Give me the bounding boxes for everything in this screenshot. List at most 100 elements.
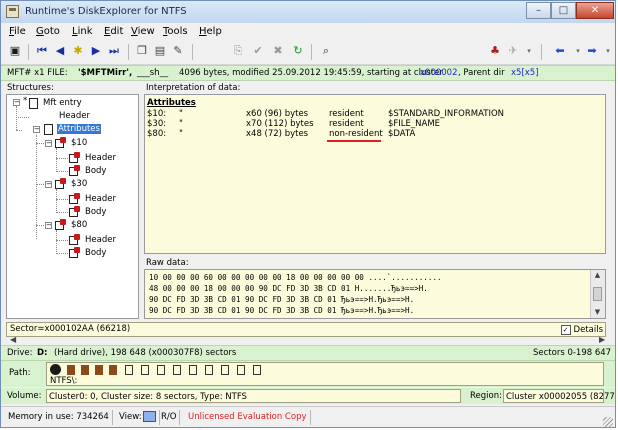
back-dropdown-icon[interactable]: ▾ xyxy=(571,44,585,58)
scroll-thumb[interactable] xyxy=(593,287,602,301)
forward-dropdown-icon[interactable]: ▾ xyxy=(601,44,615,58)
raw-data-panel[interactable]: 10 00 00 00 60 00 00 00 00 00 18 00 00 0… xyxy=(144,269,606,319)
forward-arrow-icon[interactable]: ➡ xyxy=(585,44,599,58)
body-icon xyxy=(69,206,81,217)
root-disk-icon[interactable] xyxy=(50,364,61,375)
parent-dir-link[interactable]: x5[x5] xyxy=(511,66,539,80)
view-status[interactable]: View: xyxy=(116,410,160,425)
menu-view[interactable]: View xyxy=(131,26,155,37)
cancel-icon[interactable]: ✖ xyxy=(271,44,285,58)
menu-tools[interactable]: Tools xyxy=(163,26,188,37)
search-icon[interactable]: ⌕ xyxy=(319,44,333,58)
path-doc-icon[interactable] xyxy=(157,365,165,375)
mft-entry-icon xyxy=(29,98,38,109)
attr-size: x60 (96) bytes xyxy=(246,109,309,119)
path-doc-icon[interactable] xyxy=(141,365,149,375)
toolbar-separator xyxy=(192,44,193,60)
home-icon[interactable]: ✱ xyxy=(71,44,85,58)
details-toggle[interactable]: ✓ Details xyxy=(560,324,603,336)
tree-item-attr-10-header[interactable]: Header xyxy=(85,153,116,163)
path-breadcrumb[interactable]: NTFS\: xyxy=(46,362,604,386)
path-doc-icon[interactable] xyxy=(237,365,245,375)
path-node-icon[interactable] xyxy=(95,365,103,375)
path-doc-icon[interactable] xyxy=(253,365,261,375)
collapse-toggle[interactable]: − xyxy=(33,126,40,133)
check-icon[interactable]: ✔ xyxy=(251,44,265,58)
previous-icon[interactable]: ◀ xyxy=(53,44,67,58)
first-icon[interactable]: ⏮ xyxy=(35,44,49,58)
start-cluster-link[interactable]: x000002 xyxy=(420,66,457,80)
tree-item-attr-30-body[interactable]: Body xyxy=(85,207,106,217)
close-button[interactable]: ✕ xyxy=(576,2,614,19)
attr-id: $30: xyxy=(147,119,167,129)
details-checkbox[interactable]: ✓ xyxy=(560,324,571,335)
scroll-up-icon[interactable]: ▲ xyxy=(593,271,602,280)
maximize-button[interactable]: □ xyxy=(551,2,576,19)
star-icon: * xyxy=(23,96,28,106)
tree-item-attr-80-header[interactable]: Header xyxy=(85,235,116,245)
raw-data-scrollbar[interactable]: ▲ ▼ xyxy=(590,270,605,318)
raw-data-label: Raw data: xyxy=(146,258,189,268)
save-icon[interactable]: ▣ xyxy=(8,44,22,58)
minimize-button[interactable]: – xyxy=(526,2,551,19)
mft-info-bar: MFT# x1 FILE: '$MFTMirr', ___sh__ 4096 b… xyxy=(1,65,615,81)
tree-item-attr-30-header[interactable]: Header xyxy=(85,194,116,204)
attr-id: $10: xyxy=(147,109,167,119)
hex-row: 48 00 00 00 18 00 00 00 90 DC FD 3D 3B C… xyxy=(149,284,428,293)
menu-goto[interactable]: Goto xyxy=(36,26,60,37)
refresh-icon[interactable]: ↻ xyxy=(291,44,305,58)
scroll-down-icon[interactable]: ▼ xyxy=(593,308,602,317)
drive-letter[interactable]: D: xyxy=(37,346,47,360)
region-info: Cluster x00002055 (8277) xyxy=(503,389,615,403)
edit-icon[interactable]: ✎ xyxy=(171,44,185,58)
path-label: Path: xyxy=(9,368,31,378)
path-doc-icon[interactable] xyxy=(173,365,181,375)
attr-quote: " xyxy=(179,119,183,129)
collapse-toggle[interactable]: − xyxy=(45,181,52,188)
bookmark-icon[interactable]: ♣ xyxy=(488,44,502,58)
tree-item-attr-80-body[interactable]: Body xyxy=(85,248,106,258)
collapse-toggle[interactable]: − xyxy=(13,99,20,106)
back-arrow-icon[interactable]: ⬅ xyxy=(553,44,567,58)
tree-item-attr-10[interactable]: $10 xyxy=(71,138,87,148)
menu-link[interactable]: Link xyxy=(72,26,93,37)
collapse-toggle[interactable]: − xyxy=(45,222,52,229)
tree-item-header[interactable]: Header xyxy=(59,111,90,121)
scroll-left-icon[interactable]: ◀ xyxy=(10,335,16,344)
path-doc-icon[interactable] xyxy=(125,365,133,375)
next-icon[interactable]: ▶ xyxy=(89,44,103,58)
tree-item-attr-10-body[interactable]: Body xyxy=(85,166,106,176)
attr-id: $80: xyxy=(147,129,167,139)
menu-file[interactable]: File xyxy=(9,26,26,37)
attr-name: $STANDARD_INFORMATION xyxy=(388,109,505,119)
last-icon[interactable]: ⏭ xyxy=(107,44,121,58)
tag-icon[interactable]: ✈ xyxy=(506,44,520,58)
copy-sector-icon[interactable]: ⎘ xyxy=(231,44,245,58)
tree-item-attr-80[interactable]: $80 xyxy=(71,220,87,230)
menu-help[interactable]: Help xyxy=(199,26,222,37)
path-doc-icon[interactable] xyxy=(189,365,197,375)
attr-size: x70 (112) bytes xyxy=(246,119,314,129)
path-node-icon[interactable] xyxy=(109,365,117,375)
toolbar-separator xyxy=(28,44,29,60)
path-node-icon[interactable] xyxy=(67,365,75,375)
scroll-right-icon[interactable]: ▶ xyxy=(599,335,605,344)
path-text: NTFS\: xyxy=(50,376,78,386)
tree-item-mft-entry[interactable]: Mft entry xyxy=(43,98,82,108)
collapse-toggle[interactable]: − xyxy=(45,140,52,147)
header-icon xyxy=(69,234,81,245)
tree-item-attributes[interactable]: Attributes xyxy=(57,124,101,134)
tree-line xyxy=(56,189,57,213)
path-node-icon[interactable] xyxy=(81,365,89,375)
menu-edit[interactable]: Edit xyxy=(104,26,123,37)
paste-icon[interactable]: ▤ xyxy=(153,44,167,58)
resize-grip[interactable] xyxy=(603,417,613,427)
path-doc-icon[interactable] xyxy=(221,365,229,375)
copy-icon[interactable]: ❐ xyxy=(135,44,149,58)
memory-status: Memory in use: 734264 xyxy=(5,410,113,425)
dropdown-chevron-icon[interactable]: ▾ xyxy=(522,44,536,58)
tree-item-attr-30[interactable]: $30 xyxy=(71,179,87,189)
structures-tree[interactable]: − * Mft entry Header − Attributes − $10 … xyxy=(6,94,139,319)
view-mode-icon[interactable] xyxy=(142,411,156,422)
path-doc-icon[interactable] xyxy=(205,365,213,375)
